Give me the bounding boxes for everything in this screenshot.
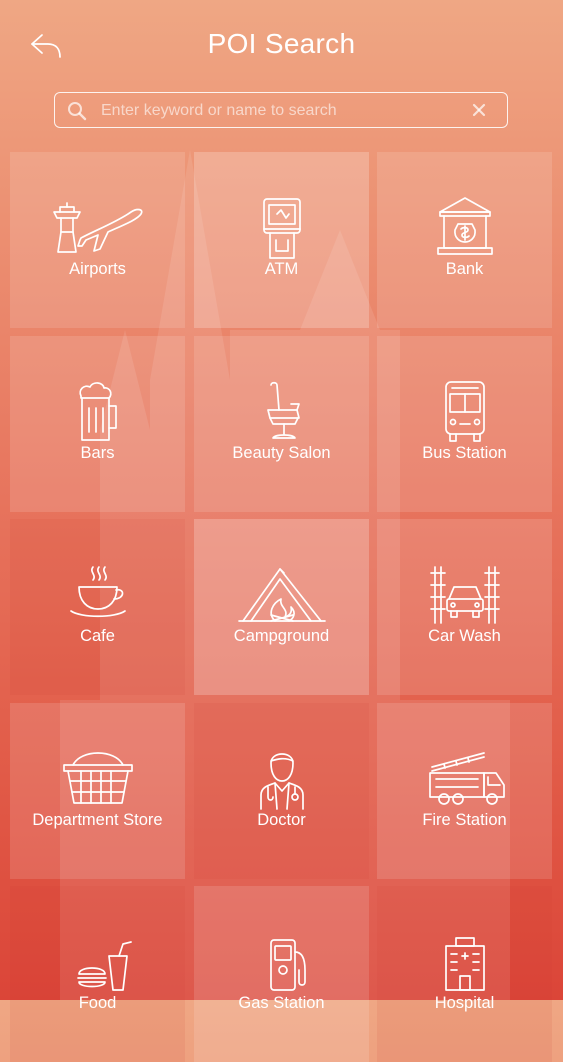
airport-icon <box>53 202 143 253</box>
atm-icon <box>263 198 301 259</box>
app-header: POI Search <box>0 0 563 90</box>
doctor-icon <box>260 753 304 810</box>
category-bars[interactable]: Bars <box>10 336 185 512</box>
clear-search-button[interactable] <box>471 102 487 118</box>
category-airports[interactable]: Airports <box>10 152 185 328</box>
salon-chair-icon <box>267 381 300 439</box>
category-beauty-salon[interactable]: Beauty Salon <box>194 336 369 512</box>
coffee-cup-icon <box>70 566 126 618</box>
bus-icon <box>445 381 485 442</box>
search-input[interactable] <box>99 96 463 126</box>
category-label: Cafe <box>80 627 115 645</box>
category-bank[interactable]: Bank <box>377 152 552 328</box>
search-icon <box>68 102 87 121</box>
category-hospital[interactable]: Hospital <box>377 886 552 1062</box>
category-cafe[interactable]: Cafe <box>10 519 185 695</box>
category-campground[interactable]: Campground <box>194 519 369 695</box>
basket-icon <box>63 752 133 804</box>
category-doctor[interactable]: Doctor <box>194 703 369 879</box>
category-atm[interactable]: ATM <box>194 152 369 328</box>
car-wash-icon <box>430 566 500 624</box>
page-title: POI Search <box>207 28 356 59</box>
category-label: Beauty Salon <box>232 444 331 462</box>
category-bus-station[interactable]: Bus Station <box>377 336 552 512</box>
hospital-icon <box>445 937 485 991</box>
tent-icon <box>238 568 326 622</box>
category-car-wash[interactable]: Car Wash <box>377 519 552 695</box>
category-label: Hospital <box>434 994 495 1012</box>
gas-pump-icon <box>270 939 306 991</box>
category-label: Gas Station <box>238 994 325 1012</box>
category-label: Bus Station <box>422 444 507 462</box>
category-food[interactable]: Food <box>10 886 185 1062</box>
category-label: Car Wash <box>428 627 501 645</box>
category-label: Food <box>78 994 117 1012</box>
category-label: ATM <box>264 260 299 278</box>
category-label: Bars <box>80 444 115 462</box>
beer-mug-icon <box>79 382 117 441</box>
category-label: Bank <box>445 260 484 278</box>
category-label: Doctor <box>257 811 306 829</box>
category-label: Airports <box>69 260 126 278</box>
category-fire-station[interactable]: Fire Station <box>377 703 552 879</box>
fire-truck-icon <box>429 752 505 805</box>
search-bar <box>54 92 508 128</box>
category-gas-station[interactable]: Gas Station <box>194 886 369 1062</box>
bank-icon <box>437 197 493 255</box>
category-label: Department Store <box>32 811 163 829</box>
category-department-store[interactable]: Department Store <box>10 703 185 879</box>
food-icon <box>77 941 132 991</box>
category-label: Fire Station <box>422 811 507 829</box>
category-label: Campground <box>233 627 330 645</box>
